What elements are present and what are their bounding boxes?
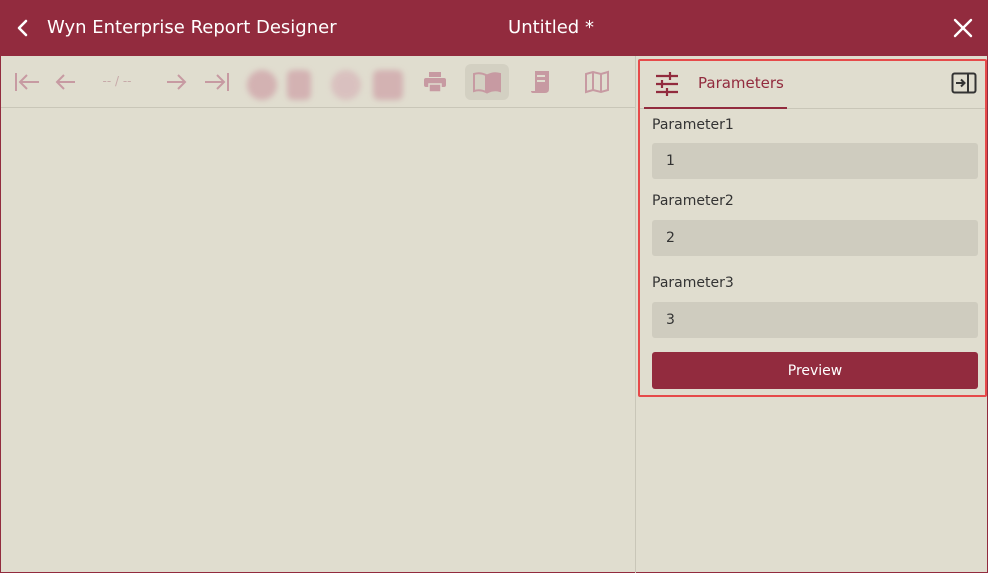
tab-parameters-label: Parameters [698,74,784,92]
first-page-button[interactable] [9,64,45,100]
map-icon [585,70,609,94]
book-icon [473,72,501,94]
report-viewer-area [1,108,635,573]
next-page-button[interactable] [159,64,195,100]
parameter3-input[interactable] [652,302,978,338]
print-icon [424,72,446,93]
document-title: Untitled * [508,17,594,38]
panel-divider [635,56,636,573]
next-page-icon [167,74,187,90]
parameter1-input[interactable] [652,143,978,179]
print-button[interactable] [417,64,453,100]
previous-page-icon [55,74,75,90]
last-page-icon [205,73,229,91]
tab-parameters[interactable]: Parameters [644,61,787,109]
collapse-panel-button[interactable] [949,69,979,97]
title-bar: Wyn Enterprise Report Designer Untitled … [1,0,988,56]
continuous-view-button[interactable] [523,64,559,100]
galley-view-button[interactable] [579,64,615,100]
close-button[interactable] [949,14,977,42]
book-view-button[interactable] [465,64,509,100]
first-page-icon [15,73,39,91]
last-page-button[interactable] [199,64,235,100]
report-designer-window: Wyn Enterprise Report Designer Untitled … [0,0,988,573]
sliders-icon [656,72,678,96]
parameter3-label: Parameter3 [652,275,734,291]
parameter2-input[interactable] [652,220,978,256]
page-indicator: -- / -- [102,74,132,88]
preview-button[interactable]: Preview [652,352,978,389]
parameters-panel-header: Parameters [640,61,985,109]
collapse-panel-icon [951,72,977,94]
close-icon [953,18,973,38]
scroll-icon [531,71,549,93]
parameter1-label: Parameter1 [652,117,734,133]
parameters-panel: Parameters Parameter1 Parameter2 Paramet… [638,59,987,397]
parameter2-label: Parameter2 [652,193,734,209]
previous-page-button[interactable] [47,64,83,100]
blurred-toolbar-buttons [245,62,411,114]
